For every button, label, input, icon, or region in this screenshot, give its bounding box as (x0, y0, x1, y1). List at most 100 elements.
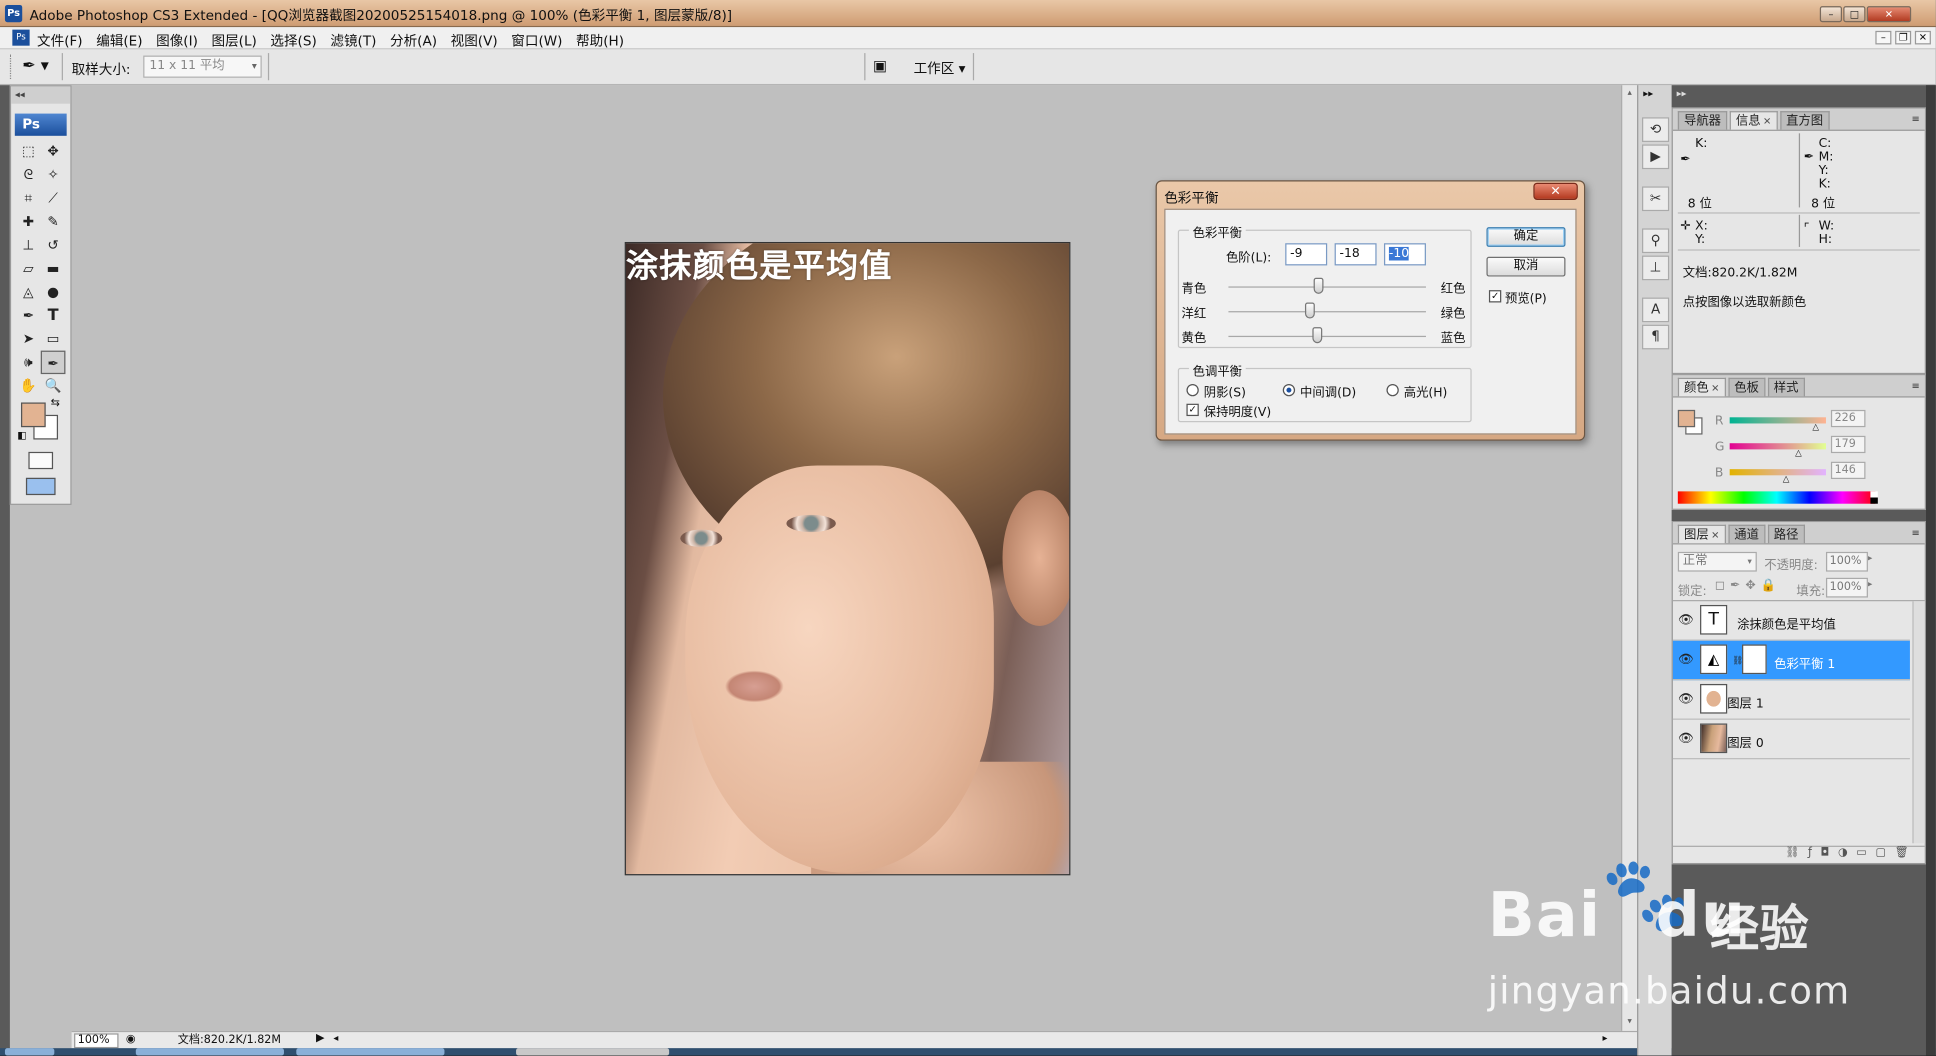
sample-size-select[interactable]: 11 x 11 平均 ▾ (143, 55, 262, 78)
scroll-right-icon[interactable]: ▸ (1603, 1032, 1608, 1043)
magenta-green-slider[interactable]: 洋红 绿色 (1182, 302, 1478, 321)
crop-tool-icon[interactable]: ⌗ (16, 186, 41, 209)
level-magenta-green-input[interactable]: -18 (1334, 243, 1377, 266)
menu-filter[interactable]: 滤镜(T) (330, 31, 376, 51)
tab-styles[interactable]: 样式 (1767, 377, 1805, 397)
slider-track[interactable] (1228, 311, 1426, 313)
layer-row-selected[interactable]: 👁 ◭ ⛓ 色彩平衡 1 (1672, 640, 1910, 681)
status-info-icon[interactable]: ◉ (126, 1033, 136, 1045)
taskbar-item[interactable] (296, 1048, 445, 1056)
minimize-button[interactable]: – (1819, 6, 1843, 23)
marquee-tool-icon[interactable]: ⬚ (16, 140, 41, 163)
preview-checkbox[interactable]: ✓ (1488, 290, 1502, 303)
r-slider-thumb[interactable]: △ (1812, 422, 1819, 432)
slider-thumb[interactable] (1312, 327, 1323, 344)
cancel-button[interactable]: 取消 (1486, 256, 1566, 277)
fill-arrow-icon[interactable]: ▸ (1868, 579, 1872, 589)
close-icon[interactable]: ✕ (1763, 116, 1771, 127)
taskbar-item[interactable] (135, 1048, 284, 1056)
bw-ramp[interactable] (1870, 491, 1878, 504)
healing-tool-icon[interactable]: ✚ (16, 210, 41, 233)
tab-swatches[interactable]: 色板 (1728, 377, 1766, 397)
actions-panel-icon[interactable]: ▶ (1642, 144, 1670, 170)
path-select-tool-icon[interactable]: ➤ (16, 327, 41, 350)
scroll-down-icon[interactable]: ▾ (1622, 1016, 1637, 1026)
blend-mode-select[interactable]: 正常 ▾ (1677, 551, 1757, 572)
tool-presets-icon[interactable]: ✂ (1642, 186, 1670, 212)
preserve-luminosity-checkbox[interactable]: ✓ (1186, 403, 1199, 417)
color-ramp[interactable] (1677, 491, 1876, 504)
b-slider-thumb[interactable]: △ (1783, 474, 1790, 484)
ok-button[interactable]: 确定 (1486, 227, 1566, 247)
menu-edit[interactable]: 编辑(E) (96, 31, 142, 51)
notes-tool-icon[interactable]: 🕪 (16, 351, 41, 374)
history-brush-icon[interactable]: ↺ (41, 233, 66, 256)
magic-wand-tool-icon[interactable]: ✧ (41, 163, 66, 186)
menu-analysis[interactable]: 分析(A) (390, 31, 437, 51)
history-panel-icon[interactable]: ⟲ (1642, 117, 1670, 142)
close-icon[interactable]: ✕ (1711, 530, 1719, 541)
dialog-close-button[interactable]: ✕ (1533, 182, 1578, 201)
close-button[interactable]: ✕ (1866, 6, 1912, 23)
menu-help[interactable]: 帮助(H) (576, 31, 624, 51)
doc-close-button[interactable]: ✕ (1914, 30, 1931, 45)
panel-menu-icon[interactable]: ≡ (1912, 380, 1920, 391)
slider-thumb[interactable] (1313, 277, 1324, 294)
eyedropper-tool-icon[interactable]: ✒ (40, 350, 66, 375)
slider-thumb[interactable] (1304, 302, 1315, 319)
layers-scrollbar[interactable] (1912, 601, 1925, 844)
eye-icon[interactable]: 👁 (1678, 693, 1694, 707)
doc-restore-button[interactable]: ❐ (1895, 30, 1912, 45)
slider-track[interactable] (1228, 335, 1426, 338)
opacity-field[interactable]: 100% (1825, 551, 1868, 572)
menu-image[interactable]: 图像(I) (156, 31, 198, 51)
dock-collapse-icon[interactable]: ▸▸ (1643, 88, 1653, 99)
workspace-icon[interactable]: ▣ (873, 57, 887, 74)
cyan-red-slider[interactable]: 青色 红色 (1182, 277, 1478, 296)
maximize-button[interactable]: □ (1843, 6, 1866, 23)
close-icon[interactable]: ✕ (1711, 383, 1719, 394)
layers-footer-icons[interactable]: ⛓ƒ◘◑▭▢🗑 (1672, 845, 1925, 863)
b-value[interactable]: 146 (1830, 461, 1866, 480)
status-arrow-icon[interactable]: ▶ (316, 1032, 325, 1044)
eraser-tool-icon[interactable]: ▱ (16, 257, 41, 280)
ps-logo[interactable]: Ps (14, 113, 67, 136)
type-tool-icon[interactable]: T (41, 304, 66, 327)
layer-row[interactable]: 👁 图层 0 (1672, 720, 1910, 760)
eye-icon[interactable]: 👁 (1678, 732, 1694, 746)
menu-view[interactable]: 视图(V) (451, 31, 498, 51)
zoom-tool-icon[interactable]: 🔍 (41, 374, 66, 397)
shadows-radio[interactable] (1186, 383, 1199, 397)
fill-field[interactable]: 100% (1825, 577, 1868, 598)
slider-track[interactable] (1228, 286, 1426, 288)
level-cyan-red-input[interactable]: -9 (1285, 243, 1328, 266)
foreground-color-swatch[interactable] (20, 402, 46, 428)
dodge-tool-icon[interactable]: ● (41, 280, 66, 303)
layer-row[interactable]: 👁 图层 1 (1672, 680, 1910, 720)
default-colors-icon[interactable]: ◧ (17, 430, 26, 441)
screen-mode-button[interactable] (25, 477, 56, 496)
paragraph-panel-icon[interactable]: ¶ (1642, 324, 1670, 350)
eye-icon[interactable]: 👁 (1678, 653, 1694, 667)
panels-collapse-icon[interactable]: ▸▸ (1677, 88, 1687, 99)
blur-tool-icon[interactable]: ◬ (16, 280, 41, 303)
character-panel-icon[interactable]: A (1642, 297, 1670, 323)
tab-info[interactable]: 信息 ✕ (1729, 111, 1778, 130)
scroll-left-icon[interactable]: ◂ (333, 1032, 338, 1043)
fg-color-chip[interactable] (1677, 409, 1696, 428)
menu-select[interactable]: 选择(S) (270, 31, 316, 51)
layer-mask-thumbnail[interactable] (1742, 644, 1767, 675)
document-image[interactable]: 涂抹颜色是平均值 (624, 241, 1071, 876)
opacity-arrow-icon[interactable]: ▸ (1868, 553, 1872, 563)
panel-menu-icon[interactable]: ≡ (1912, 114, 1920, 125)
tab-channels[interactable]: 通道 (1728, 524, 1766, 544)
panel-menu-icon[interactable]: ≡ (1912, 527, 1920, 538)
menu-file[interactable]: 文件(F) (37, 31, 83, 51)
tab-paths[interactable]: 路径 (1767, 524, 1805, 544)
taskbar-item[interactable] (516, 1048, 670, 1056)
move-tool-icon[interactable]: ✥ (41, 140, 66, 163)
slice-tool-icon[interactable]: ⟋ (41, 186, 66, 209)
zoom-field[interactable]: 100% (74, 1033, 119, 1049)
taskbar-start[interactable] (4, 1048, 55, 1056)
document-icon[interactable]: Ps (12, 29, 30, 46)
